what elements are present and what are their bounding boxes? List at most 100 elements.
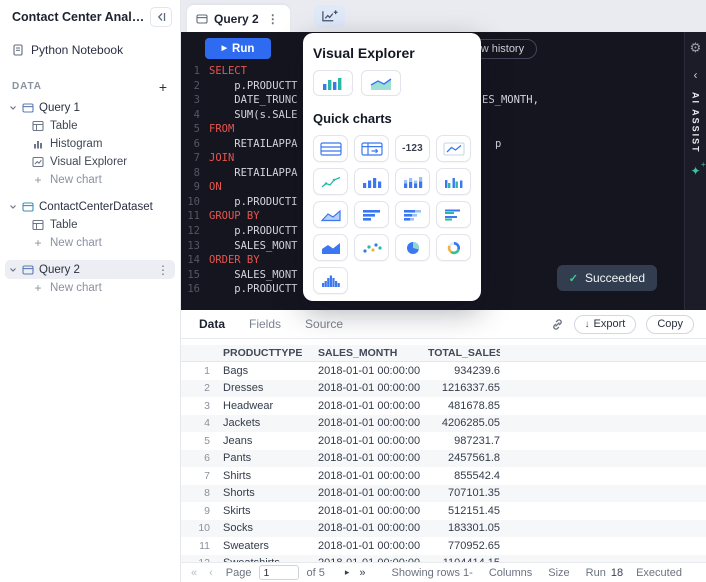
quick-chart-donut-button[interactable] — [436, 234, 471, 261]
expand-panel-icon[interactable]: ‹ — [694, 68, 698, 82]
column-header-producttype[interactable]: PRODUCTTYPE — [218, 347, 318, 359]
new-chart-tab-button[interactable] — [314, 5, 345, 28]
data-tree: Query 1 Table Histogram Visual Explorer … — [0, 98, 180, 297]
table-row[interactable]: 8Shorts2018-01-01 00:00:00707101.35 — [181, 485, 706, 503]
line-number: 15 — [181, 268, 209, 283]
tab-data[interactable]: Data — [187, 310, 237, 338]
tab-query-2[interactable]: Query 2 ⋮ — [187, 5, 290, 32]
table-row[interactable]: 3Headwear2018-01-01 00:00:00481678.85 — [181, 397, 706, 415]
line-number: 1 — [181, 64, 209, 79]
next-page-button[interactable]: ▸ — [345, 567, 350, 578]
table-row[interactable]: 5Jeans2018-01-01 00:00:00987231.7 — [181, 432, 706, 450]
chevron-down-icon — [9, 203, 17, 211]
table-row[interactable]: 7Shirts2018-01-01 00:00:00855542.4 — [181, 467, 706, 485]
copy-button[interactable]: Copy — [646, 315, 694, 334]
table-row[interactable]: 4Jackets2018-01-01 00:00:004206285.05 — [181, 415, 706, 433]
quick-chart-pivot-button[interactable] — [354, 135, 389, 162]
tree-item-label: New chart — [50, 174, 102, 186]
quick-chart-trend-button[interactable] — [313, 168, 348, 195]
quick-chart-stacked-column-button[interactable] — [395, 168, 430, 195]
sidebar-item-query1-visual-explorer[interactable]: Visual Explorer — [0, 153, 180, 171]
query-icon — [22, 264, 34, 276]
size-label[interactable]: Size — [548, 567, 569, 579]
sql-text: p.PRODUCTT — [209, 79, 298, 94]
executed-label: Executed — [636, 567, 682, 579]
columns-label[interactable]: Columns — [489, 567, 532, 579]
sidebar-item-query1-histogram[interactable]: Histogram — [0, 135, 180, 153]
sidebar-item-query-2[interactable]: Query 2 ⋮ — [5, 260, 175, 279]
add-data-button[interactable]: + — [159, 82, 168, 92]
link-icon[interactable] — [551, 318, 564, 331]
table-row[interactable]: 6Pants2018-01-01 00:00:002457561.8 — [181, 450, 706, 468]
tree-item-label: Visual Explorer — [50, 156, 127, 168]
line-number: 6 — [181, 137, 209, 152]
table-row[interactable]: 11Sweaters2018-01-01 00:00:00770952.65 — [181, 537, 706, 555]
sql-text: SUM(s.SALE — [209, 108, 298, 123]
quick-chart-column-button[interactable] — [354, 168, 389, 195]
row-number: 9 — [181, 505, 218, 517]
export-button[interactable]: ↓Export — [574, 315, 637, 334]
gear-icon[interactable]: ⚙ — [690, 40, 702, 56]
quick-chart-line-button[interactable] — [436, 135, 471, 162]
page-input[interactable] — [259, 565, 299, 580]
table-row[interactable]: 9Skirts2018-01-01 00:00:00512151.45 — [181, 502, 706, 520]
quick-chart-single-number-button[interactable]: -123 — [395, 135, 430, 162]
line-number: 12 — [181, 224, 209, 239]
sidebar-item-dataset-table[interactable]: Table — [0, 216, 180, 234]
quick-chart-table-button[interactable] — [313, 135, 348, 162]
table-row[interactable]: 1Bags2018-01-01 00:00:00934239.6 — [181, 362, 706, 380]
sidebar-item-query1-table[interactable]: Table — [0, 117, 180, 135]
sidebar-item-query-1[interactable]: Query 1 — [5, 98, 175, 117]
quick-chart-filled-area-button[interactable] — [313, 234, 348, 261]
collapse-sidebar-button[interactable] — [150, 7, 172, 27]
sidebar-item-dataset-new-chart[interactable]: + New chart — [0, 234, 180, 252]
visual-explorer-bar-button[interactable] — [313, 70, 353, 96]
quick-chart-stacked-bar-button[interactable] — [395, 201, 430, 228]
visual-explorer-combo-button[interactable] — [361, 70, 401, 96]
donut-chart-icon — [443, 241, 465, 255]
pie-chart-icon — [402, 241, 424, 255]
kebab-menu-icon[interactable]: ⋮ — [155, 263, 171, 277]
quick-chart-grouped-column-button[interactable] — [436, 168, 471, 195]
first-page-button[interactable]: « — [191, 567, 197, 579]
quick-chart-bar-button[interactable] — [354, 201, 389, 228]
chevron-down-icon — [9, 266, 17, 274]
column-header-total-sales[interactable]: TOTAL_SALES — [428, 347, 500, 359]
cell-total-sales: 934239.6 — [428, 365, 500, 377]
table-icon — [32, 120, 44, 132]
cell-sales-month: 2018-01-01 00:00:00 — [318, 505, 428, 517]
table-row[interactable]: 12Sweatshirts2018-01-01 00:00:001104414.… — [181, 555, 706, 563]
ai-sparkle-icon[interactable]: ✦+ — [690, 164, 700, 178]
table-row[interactable]: 10Socks2018-01-01 00:00:00183301.05 — [181, 520, 706, 538]
quick-chart-scatter-button[interactable] — [354, 234, 389, 261]
cell-total-sales: 707101.35 — [428, 487, 500, 499]
quick-chart-area-button[interactable] — [313, 201, 348, 228]
data-section-label: DATA — [12, 81, 42, 92]
sidebar-item-python-notebook[interactable]: Python Notebook — [0, 35, 180, 65]
tab-fields[interactable]: Fields — [237, 310, 293, 338]
plus-icon: + — [32, 173, 44, 187]
run-status-badge[interactable]: ✓ Succeeded — [557, 265, 657, 291]
tab-kebab-icon[interactable]: ⋮ — [265, 12, 281, 26]
sidebar-item-query2-new-chart[interactable]: + New chart — [0, 279, 180, 297]
cell-producttype: Pants — [218, 452, 318, 464]
line-number: 10 — [181, 195, 209, 210]
quick-chart-pie-button[interactable] — [395, 234, 430, 261]
quick-chart-grouped-bar-button[interactable] — [436, 201, 471, 228]
line-number: 5 — [181, 122, 209, 137]
ai-assist-label[interactable]: AI ASSIST — [691, 92, 701, 154]
sidebar-item-contactcenterdataset[interactable]: ContactCenterDataset — [5, 197, 175, 216]
prev-page-button[interactable]: ‹ — [209, 567, 213, 579]
tab-source[interactable]: Source — [293, 310, 355, 338]
quick-charts-heading: Quick charts — [313, 111, 471, 126]
last-page-button[interactable]: » — [359, 567, 365, 579]
line-number: 2 — [181, 79, 209, 94]
sidebar-item-query1-new-chart[interactable]: + New chart — [0, 171, 180, 189]
run-button[interactable]: ▶ Run — [205, 38, 271, 59]
quick-chart-histogram-button[interactable] — [313, 267, 348, 294]
table-row[interactable]: 2Dresses2018-01-01 00:00:001216337.65 — [181, 380, 706, 398]
column-header-sales-month[interactable]: SALES_MONTH — [318, 347, 428, 359]
combo-chart-icon — [369, 76, 393, 91]
sql-keyword: ORDER BY — [209, 253, 260, 268]
sql-text: p.PRODUCTI — [209, 195, 298, 210]
